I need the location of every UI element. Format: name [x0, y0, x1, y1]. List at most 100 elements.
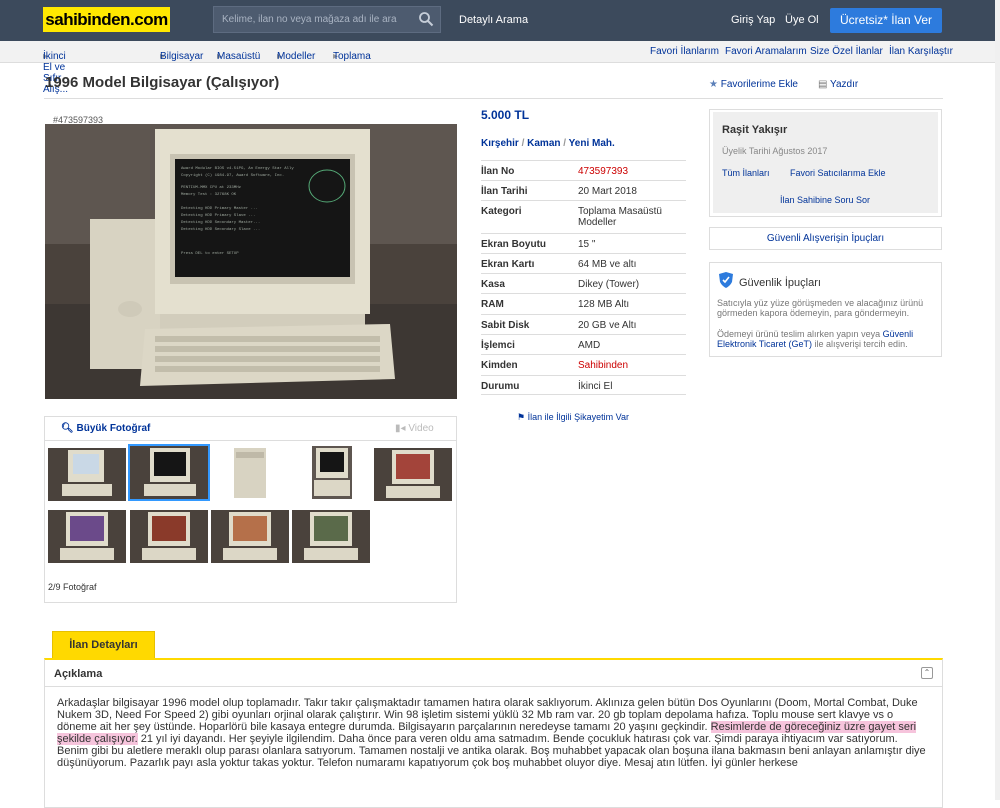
detail-key: RAM	[481, 299, 504, 310]
video-link[interactable]: ▮◂ Video	[395, 423, 434, 434]
special-ads-link[interactable]: Size Özel İlanlar	[810, 46, 883, 57]
all-ads-link[interactable]: Tüm İlanları	[722, 168, 770, 178]
detail-row: Ekran Boyutu 15 "	[481, 233, 686, 253]
add-favorite-link[interactable]: ★ Favorilerime Ekle	[709, 79, 798, 90]
detail-row: Durumu İkinci El	[481, 375, 686, 395]
thumbnail[interactable]	[211, 510, 289, 563]
search-icon[interactable]	[418, 11, 434, 27]
detail-row: İşlemci AMD	[481, 334, 686, 354]
thumbnail-image	[48, 510, 126, 563]
thumbnail[interactable]	[292, 510, 370, 563]
print-link[interactable]: ▤ Yazdır	[818, 79, 858, 90]
detail-row: İlan Tarihi 20 Mart 2018	[481, 180, 686, 200]
collapse-icon[interactable]: ⌃	[921, 667, 933, 679]
ask-seller-link[interactable]: İlan Sahibine Soru Sor	[780, 195, 870, 205]
search-input[interactable]: Kelime, ilan no veya mağaza adı ile ara	[213, 6, 441, 33]
computer-photo: Award Modular BIOS v4.51PG, An Energy St…	[45, 124, 457, 399]
seller-name: Raşit Yakışır	[722, 124, 788, 136]
thumbnail[interactable]	[374, 448, 452, 501]
detail-row: İlan No 473597393	[481, 160, 686, 180]
favorite-searches-link[interactable]: Favori Aramalarım	[725, 46, 807, 57]
detail-row: Kategori Toplama Masaüstü Modeller	[481, 200, 686, 233]
member-since: Üyelik Tarihi Ağustos 2017	[722, 146, 828, 156]
detail-value: 15 "	[578, 239, 596, 250]
site-logo[interactable]: sahibinden.com	[43, 7, 170, 32]
thumbnail-image	[130, 510, 208, 563]
thumbnail[interactable]	[130, 510, 208, 563]
detail-key: Ekran Kartı	[481, 259, 535, 270]
detail-value: İkinci El	[578, 381, 613, 392]
detail-key: İlan No	[481, 166, 515, 177]
large-photo-link[interactable]: 🔍︎ Büyük Fotoğraf	[61, 423, 150, 434]
thumbnail[interactable]	[48, 510, 126, 563]
detail-row: Ekran Kartı 64 MB ve altı	[481, 253, 686, 273]
favorite-seller-link[interactable]: Favori Satıcılarıma Ekle	[790, 168, 886, 178]
security-tips-title: Güvenlik İpuçları	[739, 277, 821, 289]
detail-value: 128 MB Altı	[578, 299, 630, 310]
detail-key: Kategori	[481, 206, 522, 217]
detail-value: Toplama Masaüstü Modeller	[578, 206, 662, 228]
detail-key: Durumu	[481, 381, 520, 392]
photo-counter: 2/9 Fotoğraf	[48, 582, 97, 592]
shield-icon	[719, 272, 733, 288]
svg-text:Detecting HDD Primary Slave ..: Detecting HDD Primary Slave ...	[181, 213, 255, 218]
thumbnail-image	[374, 448, 452, 501]
top-bar: sahibinden.com Kelime, ilan no veya mağa…	[0, 0, 1000, 41]
thumbnail-image	[312, 446, 352, 499]
register-link[interactable]: Üye Ol	[785, 14, 819, 26]
location-breadcrumb: Kırşehir / Kaman / Yeni Mah.	[481, 138, 615, 149]
detail-value: Sahibinden	[578, 360, 629, 371]
svg-text:Detecting HDD Secondary Master: Detecting HDD Secondary Master...	[181, 220, 260, 225]
detail-key: Sabit Disk	[481, 320, 530, 331]
thumbnail-image	[130, 446, 208, 499]
scrollbar[interactable]	[995, 0, 1000, 800]
svg-text:Detecting HDD Primary Master .: Detecting HDD Primary Master ...	[181, 206, 258, 211]
thumbnail-selected[interactable]	[128, 444, 210, 501]
detail-key: İşlemci	[481, 340, 515, 351]
report-ad-link[interactable]: ⚑ İlan ile İlgili Şikayetim Var	[517, 412, 629, 423]
location-neighborhood[interactable]: Yeni Mah.	[569, 138, 615, 149]
thumbnail[interactable]	[312, 446, 352, 499]
svg-text:Memory Test : 32768K OK: Memory Test : 32768K OK	[181, 192, 237, 197]
thumbnail[interactable]	[48, 448, 126, 501]
favorite-ads-link[interactable]: Favori İlanlarım	[650, 46, 719, 57]
divider	[45, 440, 456, 441]
divider	[44, 98, 943, 99]
detail-value: 20 Mart 2018	[578, 186, 637, 197]
sub-navigation: ▸ İkinci El ve Sıfır Alış... ▸ Bilgisaya…	[0, 41, 1000, 95]
detail-row: Kimden Sahibinden	[481, 354, 686, 374]
price: 5.000 TL	[481, 108, 530, 122]
star-icon: ★	[709, 79, 721, 90]
description-title: Açıklama	[54, 668, 103, 680]
security-tip-text: Ödemeyi ürünü teslim alırken yapın veya …	[717, 329, 914, 349]
safe-shopping-tips-button[interactable]: Güvenli Alışverişin İpuçları	[709, 227, 942, 250]
detail-row: Kasa Dikey (Tower)	[481, 273, 686, 293]
detail-row: Sabit Disk 20 GB ve Altı	[481, 314, 686, 334]
svg-text:Detecting HDD Secondary Slave: Detecting HDD Secondary Slave ...	[181, 227, 260, 232]
detail-row: RAM 128 MB Altı	[481, 293, 686, 313]
svg-text:PENTIUM-MMX CPU at 233MHz: PENTIUM-MMX CPU at 233MHz	[181, 186, 242, 190]
location-city[interactable]: Kırşehir	[481, 138, 519, 149]
thumbnail[interactable]	[230, 446, 270, 499]
advanced-search-link[interactable]: Detaylı Arama	[459, 14, 528, 26]
login-link[interactable]: Giriş Yap	[731, 14, 775, 26]
flag-icon: ⚑	[517, 412, 528, 422]
camera-icon: ▮◂	[395, 423, 409, 434]
security-tip-text: Satıcıyla yüz yüze görüşmeden ve alacağı…	[717, 298, 924, 318]
location-district[interactable]: Kaman	[527, 138, 560, 149]
svg-text:Press DEL to enter SETUP: Press DEL to enter SETUP	[181, 251, 239, 256]
main-photo[interactable]: Award Modular BIOS v4.51PG, An Energy St…	[45, 124, 457, 399]
detail-key: Ekran Boyutu	[481, 239, 547, 250]
svg-text:Award Modular BIOS v4.51PG, An: Award Modular BIOS v4.51PG, An Energy St…	[181, 166, 294, 171]
description-text: Arkadaşlar bilgisayar 1996 model olup to…	[57, 697, 926, 769]
thumbnail-image	[211, 510, 289, 563]
post-ad-button[interactable]: Ücretsiz* İlan Ver	[830, 8, 942, 33]
detail-value: Dikey (Tower)	[578, 279, 640, 290]
tab-ad-details[interactable]: İlan Detayları	[52, 631, 155, 658]
compare-ads-link[interactable]: İlan Karşılaştır	[889, 46, 953, 57]
detail-value: 20 GB ve Altı	[578, 320, 637, 331]
detail-key: Kimden	[481, 360, 518, 371]
thumbnail-image	[292, 510, 370, 563]
page-title: 1996 Model Bilgisayar (Çalışıyor)	[45, 74, 280, 91]
svg-text:Copyright (C) 1984-97, Award S: Copyright (C) 1984-97, Award Software, I…	[181, 173, 284, 178]
